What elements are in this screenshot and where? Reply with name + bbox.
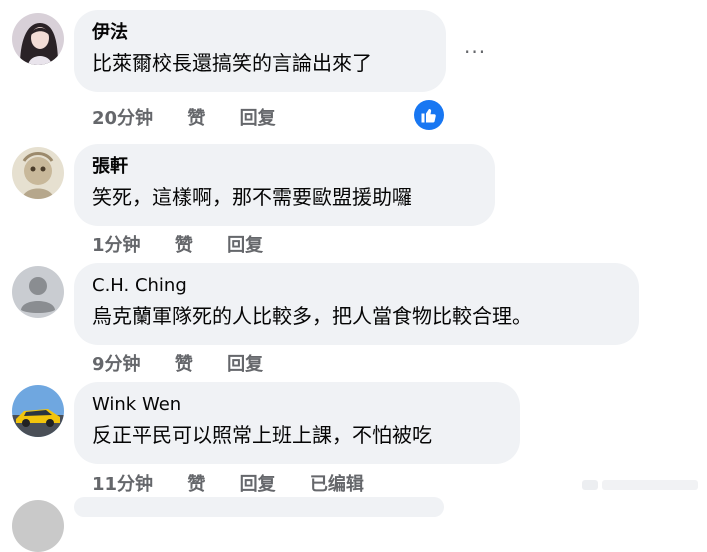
comment-text: 反正平民可以照常上班上課，不怕被吃	[92, 423, 432, 447]
comment-actions: 11分钟 赞 回复 已编辑	[92, 470, 392, 496]
edited-indicator[interactable]: 已编辑	[310, 474, 364, 495]
avatar[interactable]	[12, 500, 64, 552]
comment-text: 烏克蘭軍隊死的人比較多，把人當食物比較合理。	[92, 304, 532, 328]
comment-author[interactable]: 張軒	[92, 154, 477, 180]
comment-timestamp[interactable]: 1分钟	[92, 235, 141, 256]
avatar-photo-woman-icon	[12, 13, 64, 65]
comment-actions: 20分钟 赞 回复	[92, 104, 304, 130]
comment-bubble: 伊法 比萊爾校長還搞笑的言論出來了	[74, 10, 446, 92]
reply-button[interactable]: 回复	[240, 474, 276, 495]
avatar[interactable]	[12, 385, 64, 437]
comment-timestamp[interactable]: 11分钟	[92, 474, 153, 495]
like-button[interactable]: 赞	[187, 108, 205, 129]
default-profile-icon	[12, 266, 64, 318]
like-button[interactable]: 赞	[175, 235, 193, 256]
comment-bubble: C.H. Ching 烏克蘭軍隊死的人比較多，把人當食物比較合理。	[74, 263, 639, 345]
avatar[interactable]	[12, 147, 64, 199]
avatar[interactable]	[12, 13, 64, 65]
avatar[interactable]	[12, 266, 64, 318]
comment-text: 笑死，這樣啊，那不需要歐盟援助囉	[92, 185, 412, 209]
more-options-button[interactable]: ···	[464, 40, 486, 64]
like-button[interactable]: 赞	[187, 474, 205, 495]
avatar-photo-car-icon	[12, 385, 64, 437]
comment-bubble	[74, 497, 444, 517]
comment-actions: 9分钟 赞 回复	[92, 350, 291, 376]
reply-button[interactable]: 回复	[240, 108, 276, 129]
comment-author[interactable]: 伊法	[92, 20, 428, 46]
like-reaction-badge[interactable]	[414, 100, 444, 130]
comment-author[interactable]: Wink Wen	[92, 392, 502, 418]
comment-timestamp[interactable]: 9分钟	[92, 354, 141, 375]
comment-bubble: 張軒 笑死，這樣啊，那不需要歐盟援助囉	[74, 144, 495, 226]
reply-button[interactable]: 回复	[227, 354, 263, 375]
comment-text: 比萊爾校長還搞笑的言論出來了	[92, 51, 372, 75]
thumbs-up-icon	[421, 109, 436, 123]
comment-actions: 1分钟 赞 回复	[92, 231, 291, 257]
comment-author[interactable]: C.H. Ching	[92, 273, 621, 299]
comment-timestamp[interactable]: 20分钟	[92, 108, 153, 129]
comment-bubble: Wink Wen 反正平民可以照常上班上課，不怕被吃	[74, 382, 520, 464]
watermark-logo	[582, 480, 698, 490]
reply-button[interactable]: 回复	[227, 235, 263, 256]
avatar-photo-illustration-icon	[12, 147, 64, 199]
like-button[interactable]: 赞	[175, 354, 193, 375]
